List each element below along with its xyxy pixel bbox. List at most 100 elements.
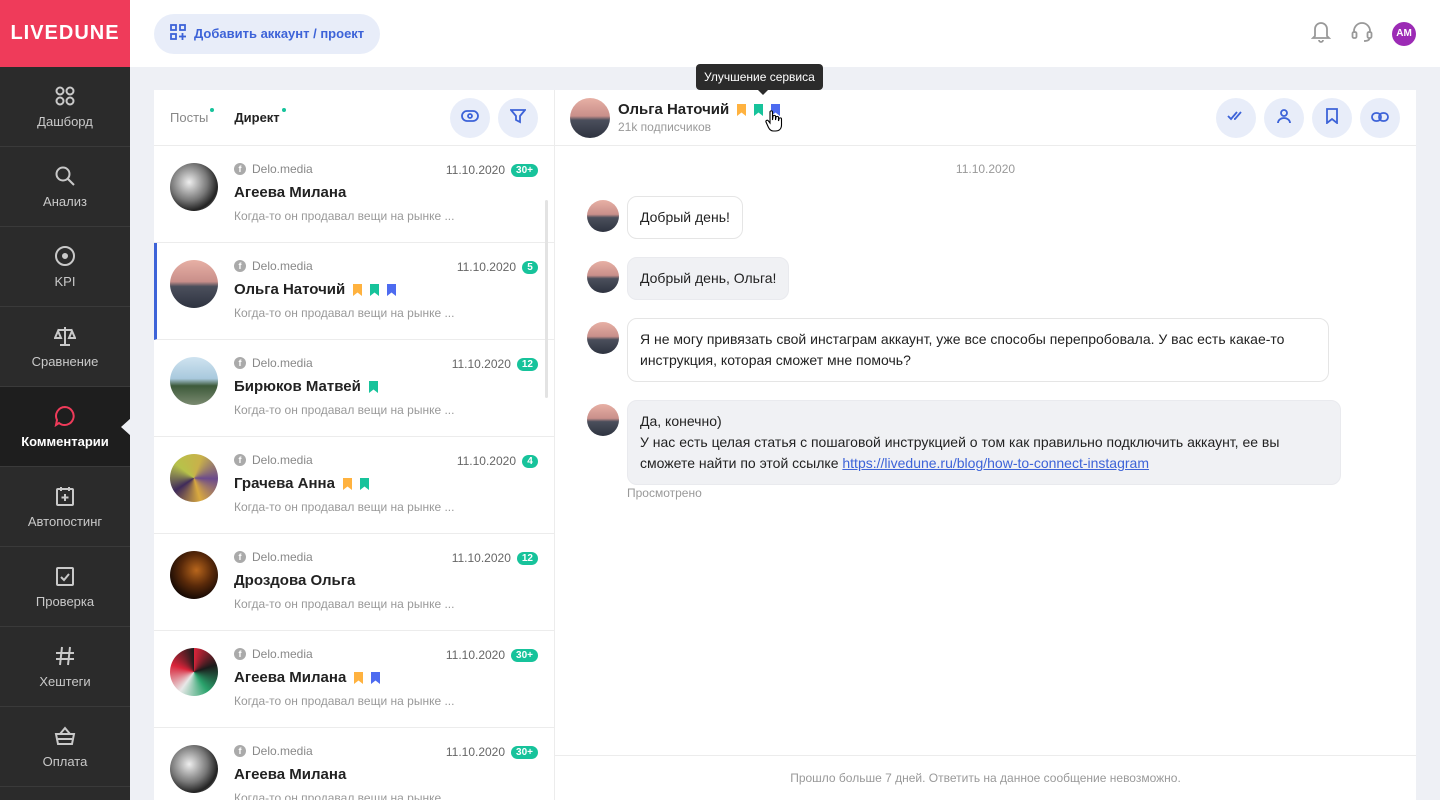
sidebar-item-label: Анализ [43, 194, 87, 209]
filter-icon [509, 108, 527, 129]
comment-icon [53, 404, 77, 428]
item-meta: 11.10.2020 30+ [446, 648, 538, 662]
article-link[interactable]: https://livedune.ru/blog/how-to-connect-… [842, 455, 1149, 471]
message-line: Да, конечно) [640, 413, 722, 429]
item-name-row: Дроздова Ольга [234, 572, 554, 589]
tab-label: Посты [170, 110, 209, 125]
item-snippet: Когда-то он продавал вещи на рынке ... [234, 306, 455, 320]
source-label: Delo.media [252, 550, 313, 564]
view-toggle-button[interactable] [450, 98, 490, 138]
bookmark-orange-icon[interactable] [737, 103, 747, 116]
item-meta: 11.10.2020 30+ [446, 745, 538, 759]
chat-panel: Ольга Наточий 21k подписчиков 11.10.2020 [554, 90, 1416, 800]
add-account-button[interactable]: Добавить аккаунт / проект [154, 13, 381, 54]
item-date: 11.10.2020 [451, 357, 511, 371]
sidebar-item-label: Хештеги [39, 674, 91, 689]
user-avatar[interactable]: AM [1392, 21, 1416, 46]
avatar [587, 404, 619, 436]
list-scrollbar[interactable] [545, 200, 548, 398]
top-actions: AM [1310, 19, 1416, 48]
sidebar-item-kpi[interactable]: KPI [0, 227, 130, 307]
facebook-icon: f [234, 357, 246, 369]
message: Я не могу привязать свой инстаграм аккау… [587, 318, 1329, 382]
bookmark-green-icon [359, 477, 369, 490]
facebook-icon: f [234, 454, 246, 466]
list-item[interactable]: f Delo.media 11.10.2020 4 Грачева Анна Ког… [154, 437, 554, 534]
item-meta: 11.10.2020 4 [457, 454, 538, 468]
logo[interactable]: LIVEDUNE [0, 0, 130, 67]
message-bubble: Добрый день, Ольга! [627, 257, 790, 300]
user-icon [1276, 108, 1292, 129]
item-name: Агеева Милана [234, 766, 347, 783]
sidebar-item-check[interactable]: Проверка [0, 547, 130, 627]
bookmark-orange-icon [353, 283, 363, 296]
item-name-row: Ольга Наточий [234, 281, 554, 298]
avatar [570, 97, 610, 138]
list-item[interactable]: f Delo.media 11.10.2020 30+ Агеева Милана … [154, 146, 554, 243]
sidebar-item-comments[interactable]: Комментарии [0, 387, 131, 467]
chat-followers: 21k подписчиков [618, 120, 712, 134]
count-badge: 30+ [511, 745, 538, 759]
list-item[interactable]: f Delo.media 11.10.2020 30+ Агеева Милана … [154, 631, 554, 728]
item-snippet: Когда-то он продавал вещи на рынке ... [234, 403, 455, 417]
chat-contact: Ольга Наточий 21k подписчиков [618, 101, 781, 134]
filter-button[interactable] [498, 98, 538, 138]
source-label: Delo.media [252, 162, 313, 176]
count-badge: 30+ [511, 163, 538, 177]
tab-posts[interactable]: Посты [170, 108, 215, 125]
list-item[interactable]: f Delo.media 11.10.2020 30+ Агеева Милана … [154, 728, 554, 800]
facebook-icon: f [234, 260, 246, 272]
bookmark-orange-icon [354, 671, 364, 684]
double-check-icon [1227, 109, 1245, 127]
sidebar-item-compare[interactable]: Сравнение [0, 307, 130, 387]
bookmark-blue-icon [387, 283, 397, 296]
item-name: Дроздова Ольга [234, 572, 356, 589]
source-label: Delo.media [252, 259, 313, 273]
sidebar-item-analysis[interactable]: Анализ [0, 147, 130, 227]
headset-icon[interactable] [1350, 19, 1374, 48]
list-item[interactable]: f Delo.media 11.10.2020 12 Бирюков Матвей … [154, 340, 554, 437]
item-snippet: Когда-то он продавал вещи на рынке ... [234, 694, 455, 708]
list-item[interactable]: f Delo.media 11.10.2020 12 Дроздова Ольга … [154, 534, 554, 631]
item-snippet: Когда-то он продавал вещи на рынке ... [234, 791, 455, 800]
link-button[interactable] [1360, 98, 1400, 138]
message: Добрый день, Ольга! [587, 257, 790, 300]
chat-name-row: Ольга Наточий [618, 101, 781, 118]
basket-icon [53, 724, 77, 748]
avatar [170, 454, 218, 502]
bell-icon[interactable] [1310, 19, 1332, 48]
sidebar-item-hashtags[interactable]: Хештеги [0, 627, 130, 707]
check-calendar-icon [53, 564, 77, 588]
tab-direct[interactable]: Директ [234, 108, 286, 125]
sidebar-item-dashboard[interactable]: Дашборд [0, 67, 130, 147]
message-bubble: Добрый день! [627, 196, 743, 239]
mark-read-button[interactable] [1216, 98, 1256, 138]
chat-header: Ольга Наточий 21k подписчиков [555, 90, 1416, 146]
count-badge: 4 [522, 454, 538, 468]
sidebar-item-label: Проверка [35, 594, 95, 609]
bookmark-green-icon [368, 380, 378, 393]
item-name-row: Грачева Анна [234, 475, 554, 492]
source-label: Delo.media [252, 647, 313, 661]
bookmark-button[interactable] [1312, 98, 1352, 138]
sidebar-item-label: Комментарии [21, 434, 109, 449]
item-date: 11.10.2020 [445, 648, 506, 662]
sidebar-item-payment[interactable]: Оплата [0, 707, 130, 787]
bookmark-icon [1325, 107, 1339, 129]
item-date: 11.10.2020 [451, 551, 511, 565]
avatar [170, 745, 218, 793]
add-grid-icon [170, 24, 186, 43]
list-item[interactable]: f Delo.media 11.10.2020 5 Ольга Наточий Ко… [154, 243, 554, 340]
source-label: Delo.media [252, 356, 313, 370]
item-name: Агеева Милана [234, 184, 347, 201]
bookmark-orange-icon [342, 477, 352, 490]
chat-contact-name[interactable]: Ольга Наточий [618, 101, 729, 118]
bookmark-green-icon[interactable] [754, 103, 764, 116]
profile-button[interactable] [1264, 98, 1304, 138]
sidebar-item-autoposting[interactable]: Автопостинг [0, 467, 130, 547]
item-name-row: Бирюков Матвей [234, 378, 554, 395]
date-separator: 11.10.2020 [955, 162, 1016, 176]
target-icon [53, 244, 77, 268]
sidebar-item-label: KPI [54, 274, 76, 289]
count-badge: 12 [516, 551, 538, 565]
